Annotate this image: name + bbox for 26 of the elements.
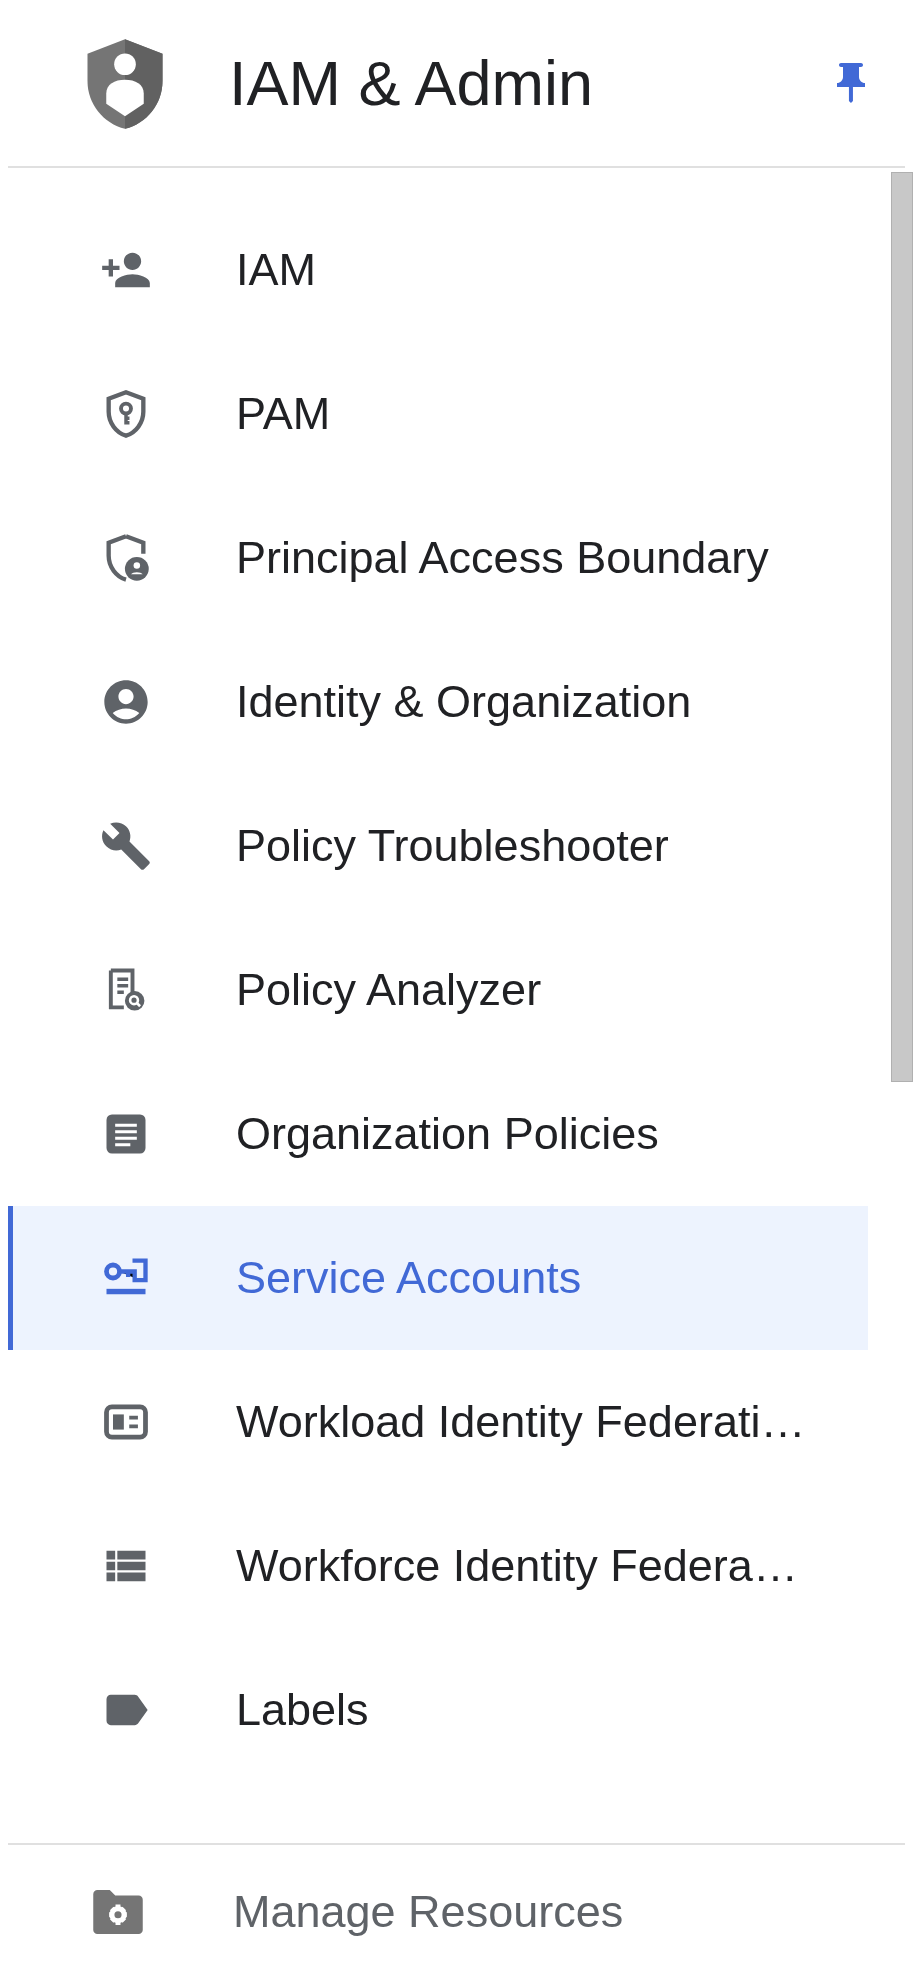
nav-item[interactable]: Workload Identity Federati… [8, 1350, 868, 1494]
nav-label: Workload Identity Federati… [236, 1395, 806, 1450]
nav-item[interactable]: IAM [8, 198, 868, 342]
nav-label: Policy Analyzer [236, 963, 542, 1018]
nav-item[interactable]: Policy Troubleshooter [8, 774, 868, 918]
nav-label: PAM [236, 387, 331, 442]
nav-label: Labels [236, 1683, 369, 1738]
nav-label: Workforce Identity Federa… [236, 1539, 798, 1594]
nav-item[interactable]: Organization Policies [8, 1062, 868, 1206]
nav-item[interactable]: Labels [8, 1638, 868, 1782]
nav-label: Organization Policies [236, 1107, 659, 1162]
nav-item[interactable]: Principal Access Boundary [8, 486, 868, 630]
nav-label: Principal Access Boundary [236, 531, 769, 586]
manage-resources-link[interactable]: Manage Resources [8, 1878, 624, 1946]
nav-label: Policy Troubleshooter [236, 819, 669, 874]
nav-label: Service Accounts [236, 1251, 582, 1306]
nav-item[interactable]: Workforce Identity Federa… [8, 1494, 868, 1638]
nav-item[interactable]: Identity & Organization [8, 630, 868, 774]
nav-item[interactable]: PAM [8, 342, 868, 486]
nav-item[interactable]: Policy Analyzer [8, 918, 868, 1062]
nav-label: Identity & Organization [236, 675, 692, 730]
header-title: IAM & Admin [229, 46, 594, 120]
scrollbar[interactable] [891, 172, 913, 1082]
wrench-icon [100, 820, 152, 872]
nav-item[interactable]: Service Accounts [8, 1206, 868, 1350]
nav-label: IAM [236, 243, 316, 298]
